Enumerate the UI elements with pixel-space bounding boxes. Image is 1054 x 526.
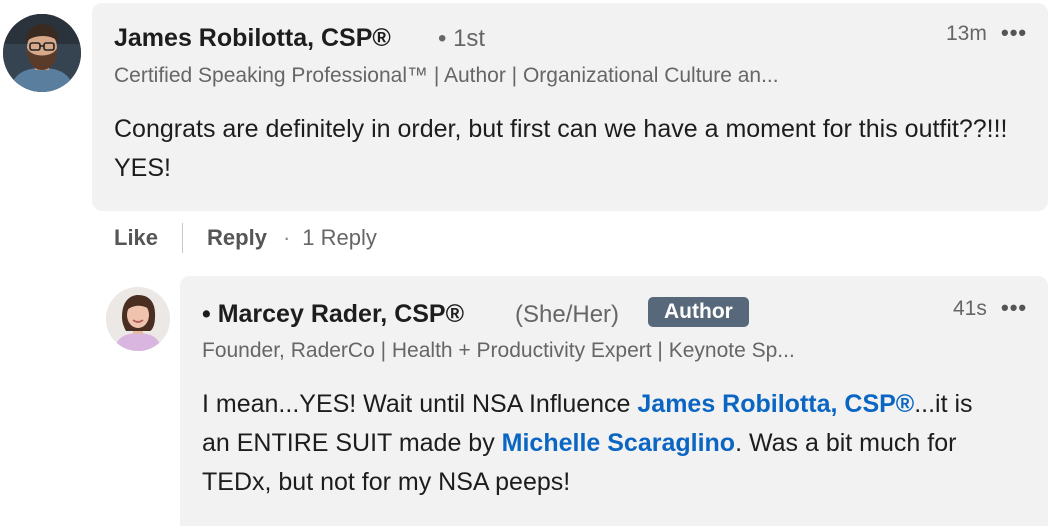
comment-timestamp: 13m (946, 22, 987, 45)
mention-link-james-robilotta[interactable]: James Robilotta, CSP® (637, 390, 914, 418)
avatar-james-robilotta[interactable] (3, 14, 81, 92)
replier-headline: Founder, RaderCo | Health + Productivity… (202, 339, 795, 362)
reply-text-part: I mean...YES! Wait until NSA Influence (202, 390, 638, 418)
reply-button[interactable]: Reply (207, 225, 267, 251)
connection-degree: • 1st (438, 25, 486, 52)
comment-actions: Like Reply · 1 Reply (114, 222, 377, 254)
mention-link-michelle-scaraglino[interactable]: Michelle Scaraglino (502, 429, 735, 457)
author-badge: Author (648, 297, 749, 327)
replier-name[interactable]: • Marcey Rader, CSP® (202, 300, 464, 329)
comment-text: Congrats are definitely in order, but fi… (114, 115, 1008, 182)
action-separator: · (282, 225, 291, 250)
replier-pronouns: (She/Her) (515, 301, 620, 328)
more-options-icon[interactable]: ••• (1001, 295, 1027, 321)
person-photo-icon (3, 14, 81, 92)
more-options-icon[interactable]: ••• (1001, 20, 1027, 46)
person-photo-icon (106, 287, 170, 351)
avatar-marcey-rader[interactable] (106, 287, 170, 351)
reply-timestamp: 41s (953, 297, 987, 320)
like-button[interactable]: Like (114, 225, 158, 251)
commenter-headline: Certified Speaking Professional™ | Autho… (114, 64, 779, 87)
reply-text: I mean...YES! Wait until NSA Influence J… (202, 385, 982, 502)
action-divider (182, 223, 184, 253)
reply-count-link[interactable]: 1 Reply (302, 225, 377, 251)
commenter-name[interactable]: James Robilotta, CSP® (114, 24, 391, 53)
